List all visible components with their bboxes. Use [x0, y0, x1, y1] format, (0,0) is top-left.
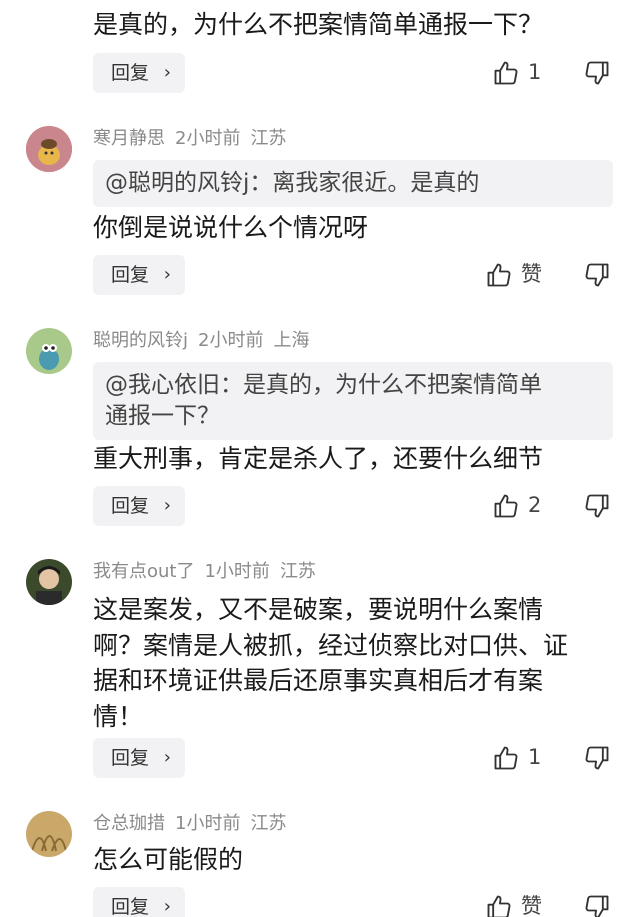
comment-meta: 我有点out了 1小时前 江苏 [93, 560, 326, 584]
chevron-right-icon: › [163, 62, 171, 83]
reply-button[interactable]: 回复 › [93, 255, 185, 295]
avatar[interactable] [26, 126, 72, 172]
quoted-reply: @聪明的风铃j：离我家很近。是真的 [93, 160, 613, 207]
like-count: 赞 [521, 262, 542, 286]
timestamp: 1小时前 [204, 561, 270, 582]
chevron-right-icon: › [163, 495, 171, 516]
thumbs-down-icon [585, 263, 609, 287]
reply-label: 回复 [111, 896, 150, 917]
thumbs-up-icon [487, 263, 511, 287]
comment-meta: 聪明的风铃j 2小时前 上海 [93, 329, 319, 353]
avatar[interactable] [26, 811, 72, 857]
like-count: 1 [528, 60, 542, 84]
like-count: 2 [528, 493, 542, 517]
reply-label: 回复 [111, 747, 150, 769]
reply-button[interactable]: 回复 › [93, 53, 185, 93]
like-count: 赞 [521, 894, 542, 917]
comment-text: 是真的，为什么不把案情简单通报一下？ [93, 10, 544, 39]
thumbs-up-icon [494, 746, 518, 770]
location: 上海 [273, 330, 310, 351]
thumbs-up-icon [494, 494, 518, 518]
thumbs-down-icon [585, 895, 609, 917]
avatar[interactable] [26, 559, 72, 605]
username[interactable]: 寒月静思 [93, 128, 165, 149]
comment-text: 你倒是说说什么个情况呀 [93, 213, 369, 242]
reply-button[interactable]: 回复 › [93, 738, 185, 778]
username[interactable]: 聪明的风铃j [93, 330, 188, 351]
thumbs-down-icon [585, 61, 609, 85]
chevron-right-icon: › [163, 747, 171, 768]
username[interactable]: 我有点out了 [93, 561, 194, 582]
location: 江苏 [279, 561, 316, 582]
comment-text: 这是案发，又不是破案，要说明什么案情 啊？案情是人被抓，经过侦察比对口供、证 据… [93, 595, 569, 731]
timestamp: 2小时前 [198, 330, 264, 351]
timestamp: 2小时前 [175, 128, 241, 149]
username[interactable]: 仓总珈措 [93, 813, 165, 834]
location: 江苏 [250, 128, 287, 149]
reply-button[interactable]: 回复 › [93, 887, 185, 917]
location: 江苏 [250, 813, 287, 834]
thumbs-down-icon [585, 746, 609, 770]
comment-meta: 仓总珈措 1小时前 江苏 [93, 812, 296, 836]
reply-label: 回复 [111, 495, 150, 517]
thumbs-down-icon [585, 494, 609, 518]
reply-label: 回复 [111, 264, 150, 286]
comment-text: 重大刑事，肯定是杀人了，还要什么细节 [93, 444, 544, 473]
thumbs-up-icon [494, 61, 518, 85]
comment-text: 怎么可能假的 [93, 845, 244, 874]
chevron-right-icon: › [163, 264, 171, 285]
quoted-reply: @我心依旧：是真的，为什么不把案情简单 通报一下？ [93, 362, 613, 440]
timestamp: 1小时前 [175, 813, 241, 834]
thumbs-up-icon [487, 895, 511, 917]
reply-button[interactable]: 回复 › [93, 486, 185, 526]
like-count: 1 [528, 745, 542, 769]
avatar[interactable] [26, 328, 72, 374]
comment-meta: 寒月静思 2小时前 江苏 [93, 127, 296, 151]
chevron-right-icon: › [163, 896, 171, 917]
reply-label: 回复 [111, 62, 150, 84]
